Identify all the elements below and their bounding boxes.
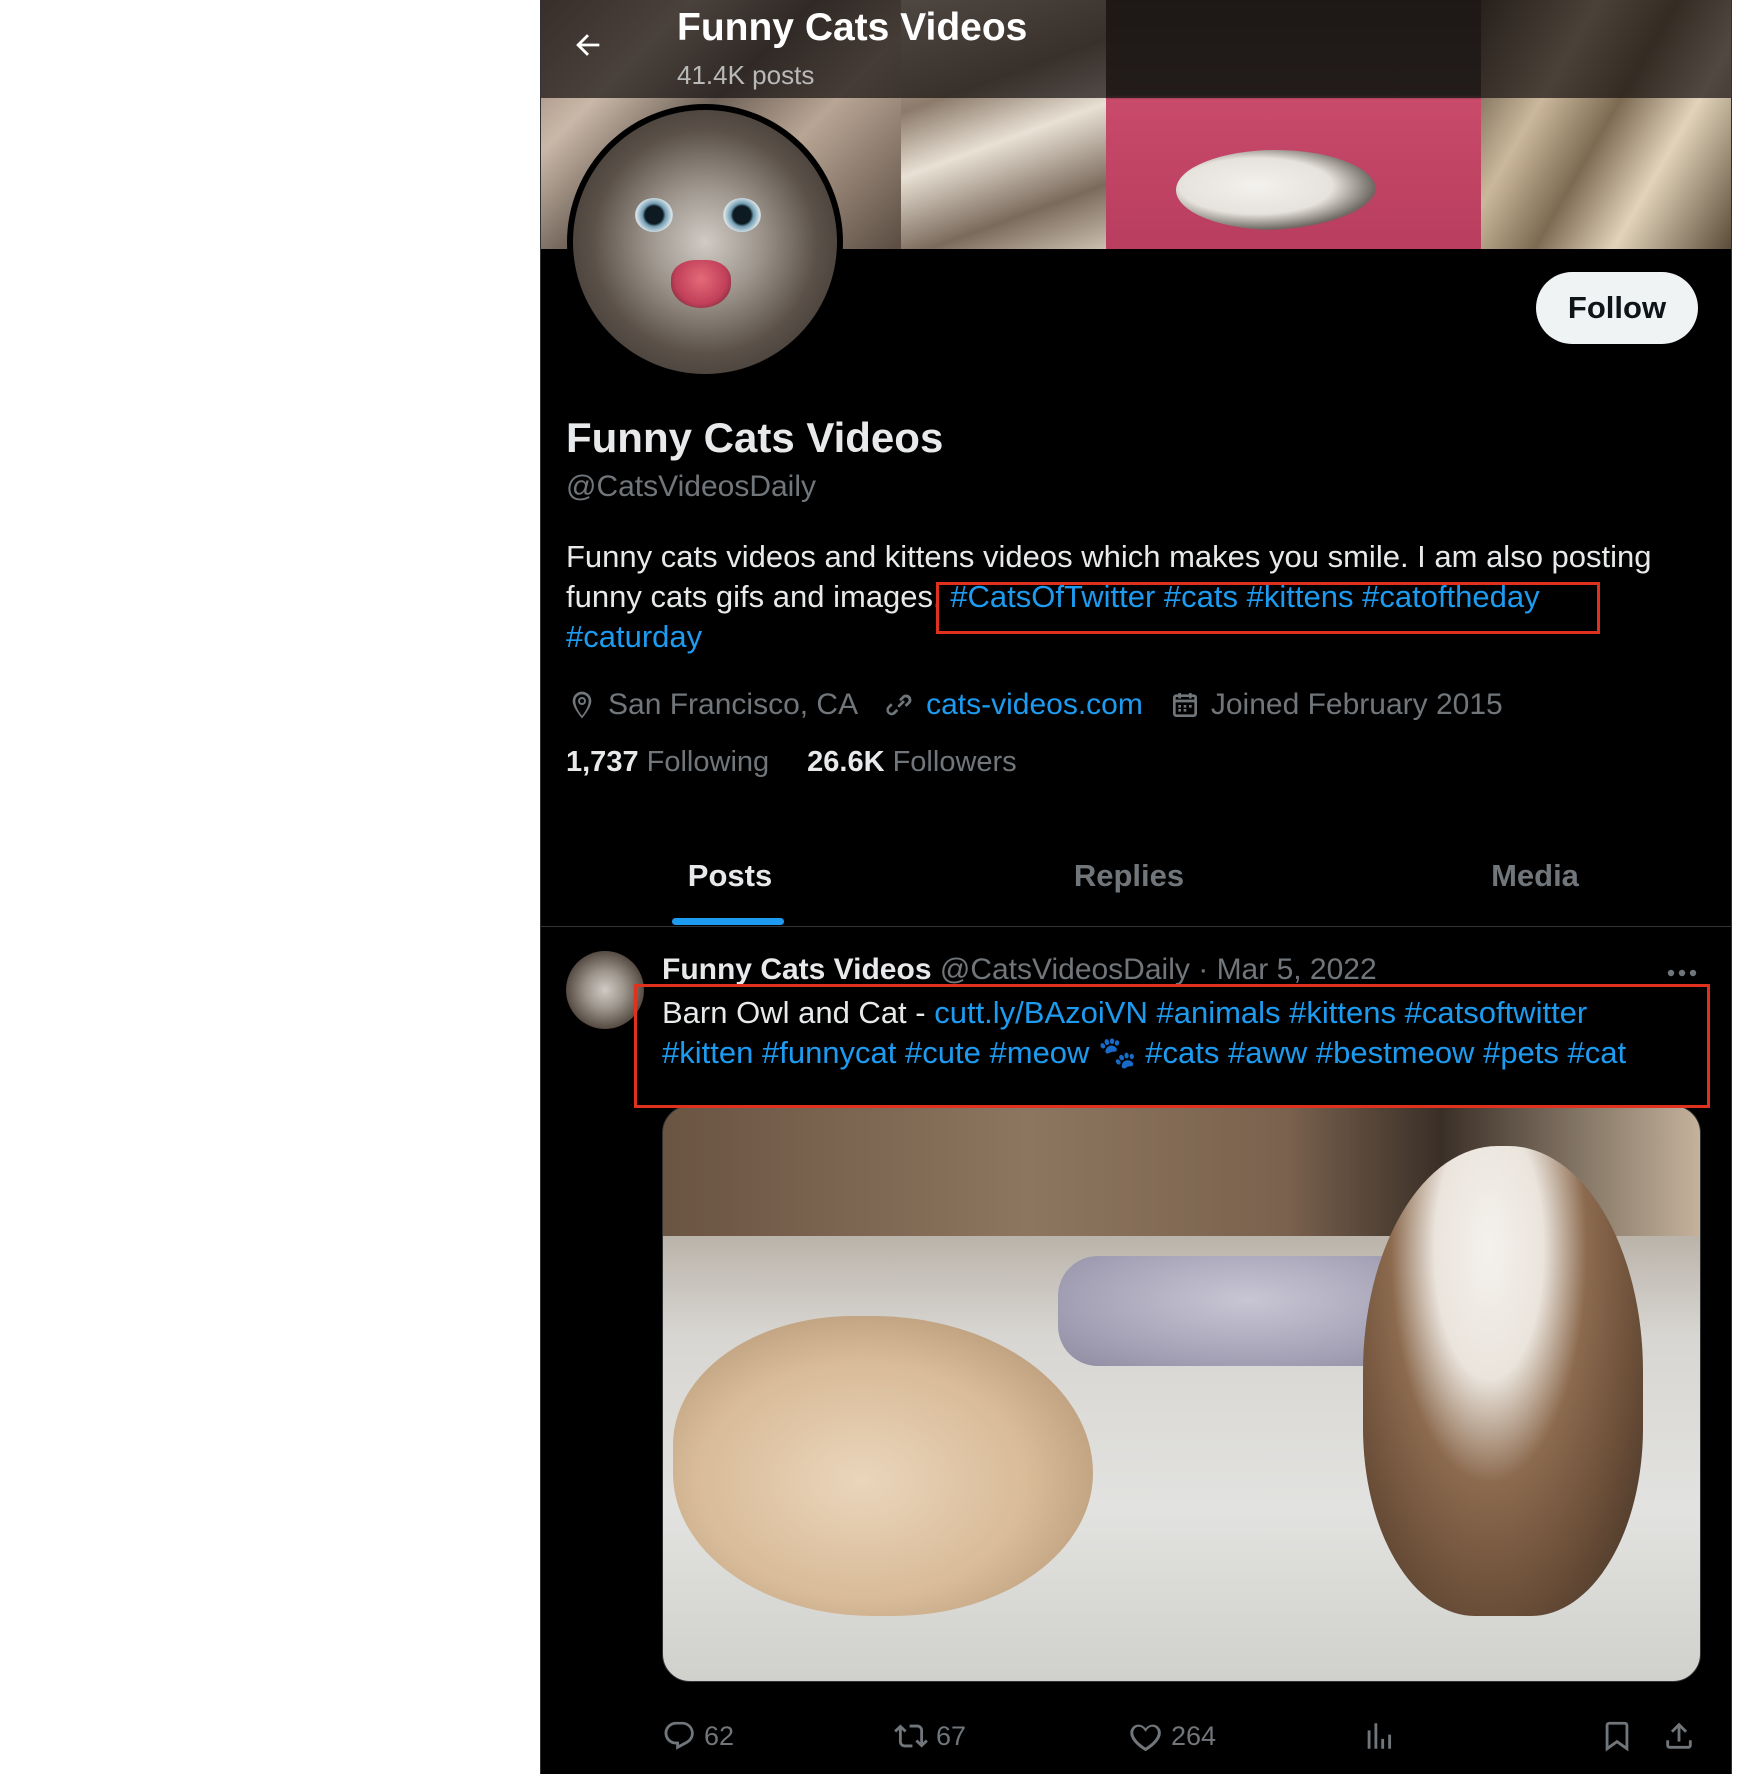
reply-icon (664, 1721, 694, 1750)
profile-page: Funny Cats Videos 41.4K posts Follow Fun… (540, 0, 1732, 1774)
profile-tabs: Posts Replies Media (541, 826, 1731, 927)
location-item: San Francisco, CA (566, 688, 858, 722)
post-avatar[interactable] (566, 951, 644, 1029)
repost-icon (894, 1724, 928, 1748)
joined-text: Joined February 2015 (1210, 688, 1503, 721)
website-link[interactable]: cats-videos.com (926, 688, 1143, 722)
reply-count: 62 (704, 1720, 735, 1751)
repost-count: 67 (936, 1720, 967, 1751)
following-stat[interactable]: 1,737 Following (566, 746, 769, 779)
post-actions: 62 67 264 (662, 1711, 1722, 1761)
highlight-box-bio-hashtags (936, 582, 1600, 634)
share-button[interactable] (1662, 1711, 1704, 1761)
banner-cat-shape (1176, 150, 1376, 230)
image-owl (1363, 1146, 1643, 1616)
bookmark-button[interactable] (1600, 1711, 1642, 1761)
like-icon (1130, 1724, 1161, 1752)
tab-replies[interactable]: Replies (919, 826, 1339, 926)
profile-name: Funny Cats Videos (566, 414, 944, 461)
link-icon (886, 694, 912, 716)
share-icon (1666, 1722, 1692, 1749)
more-icon (1667, 969, 1697, 977)
post-date[interactable]: Mar 5, 2022 (1217, 953, 1377, 986)
location-text: San Francisco, CA (608, 688, 859, 721)
bio-hashtag[interactable]: #caturday (566, 619, 702, 654)
profile-avatar[interactable] (567, 104, 843, 380)
top-bar: Funny Cats Videos 41.4K posts (541, 0, 1731, 98)
followers-stat[interactable]: 26.6K Followers (807, 746, 1017, 779)
active-tab-indicator (672, 918, 784, 925)
image-cat (673, 1316, 1093, 1616)
website-item: cats-videos.com (884, 688, 1143, 722)
post-header: Funny Cats Videos @CatsVideosDaily · Mar… (662, 953, 1377, 987)
profile-meta: San Francisco, CA cats-videos.com Joined… (566, 682, 1529, 728)
follow-button[interactable]: Follow (1536, 272, 1698, 344)
back-button[interactable] (565, 22, 611, 68)
highlight-box-post-text (634, 984, 1710, 1108)
location-pin-icon (572, 691, 592, 719)
calendar-icon (1172, 693, 1197, 717)
reply-button[interactable]: 62 (662, 1711, 734, 1761)
avatar-eye-right (723, 198, 761, 232)
like-count: 264 (1171, 1720, 1217, 1751)
topbar-title: Funny Cats Videos (677, 6, 1028, 49)
avatar-image (573, 110, 837, 374)
avatar-mouth (671, 260, 731, 308)
repost-button[interactable]: 67 (894, 1711, 966, 1761)
like-button[interactable]: 264 (1129, 1711, 1216, 1761)
profile-stats: 1,737 Following 26.6K Followers (566, 746, 1055, 779)
following-label: Following (646, 746, 770, 778)
followers-count: 26.6K (807, 746, 885, 778)
following-count: 1,737 (566, 746, 639, 778)
post-author-name[interactable]: Funny Cats Videos (662, 953, 932, 986)
joined-item: Joined February 2015 (1169, 688, 1503, 722)
post-image[interactable] (662, 1105, 1701, 1682)
bookmark-icon (1605, 1721, 1629, 1752)
views-button[interactable] (1362, 1711, 1404, 1761)
post-separator: · (1198, 953, 1209, 986)
back-arrow-icon (576, 34, 600, 56)
views-icon (1367, 1723, 1392, 1749)
profile-handle: @CatsVideosDaily (566, 470, 817, 503)
tab-posts[interactable]: Posts (541, 826, 919, 926)
avatar-eye-left (635, 198, 673, 232)
topbar-post-count: 41.4K posts (677, 60, 815, 90)
tab-media[interactable]: Media (1339, 826, 1731, 926)
followers-label: Followers (892, 746, 1017, 778)
post-author-handle[interactable]: @CatsVideosDaily (940, 953, 1190, 986)
